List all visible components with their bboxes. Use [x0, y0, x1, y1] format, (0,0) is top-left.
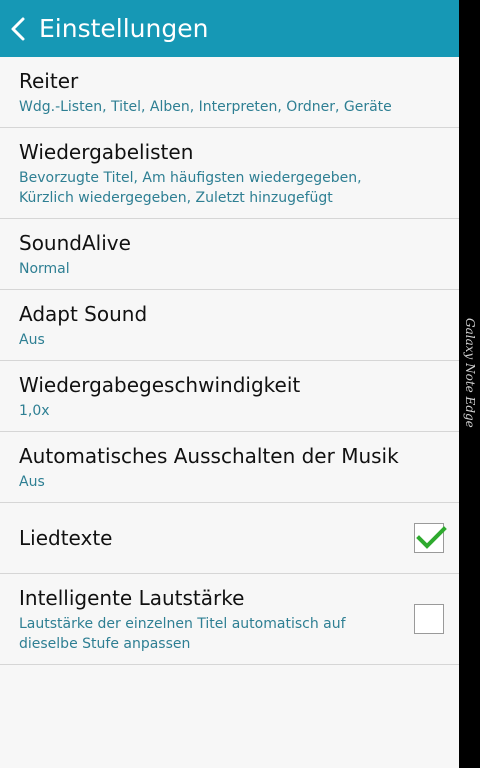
action-bar: Einstellungen — [0, 0, 459, 57]
setting-summary: Wdg.-Listen, Titel, Alben, Interpreten, … — [19, 99, 392, 115]
setting-music-auto-off[interactable]: Automatisches Ausschalten der Musik Aus — [0, 432, 459, 503]
checkmark-icon — [416, 526, 447, 549]
setting-summary: Aus — [19, 474, 45, 490]
setting-smart-volume[interactable]: Intelligente Lautstärke Lautstärke der e… — [0, 574, 459, 665]
setting-playback-speed[interactable]: Wiedergabegeschwindigkeit 1,0x — [0, 361, 459, 432]
setting-label: Reiter — [19, 69, 79, 93]
setting-label: Adapt Sound — [19, 302, 148, 326]
setting-summary: 1,0x — [19, 403, 50, 419]
smart-volume-checkbox[interactable] — [414, 604, 444, 634]
device-brand-label: Galaxy Note Edge — [463, 318, 477, 428]
setting-playlists[interactable]: Wiedergabelisten Bevorzugte Titel, Am hä… — [0, 128, 459, 219]
setting-label: Intelligente Lautstärke — [19, 586, 245, 610]
settings-list: Reiter Wdg.-Listen, Titel, Alben, Interp… — [0, 57, 459, 665]
setting-adapt-sound[interactable]: Adapt Sound Aus — [0, 290, 459, 361]
settings-screen: Einstellungen Reiter Wdg.-Listen, Titel,… — [0, 0, 459, 768]
setting-label: Wiedergabelisten — [19, 140, 194, 164]
setting-label: Liedtexte — [19, 526, 113, 550]
setting-label: Automatisches Ausschalten der Musik — [19, 444, 399, 468]
lyrics-checkbox[interactable] — [414, 523, 447, 553]
setting-lyrics[interactable]: Liedtexte — [0, 503, 459, 574]
setting-soundalive[interactable]: SoundAlive Normal — [0, 219, 459, 290]
edge-screen: Galaxy Note Edge — [459, 0, 480, 768]
setting-label: Wiedergabegeschwindigkeit — [19, 373, 301, 397]
setting-tabs[interactable]: Reiter Wdg.-Listen, Titel, Alben, Interp… — [0, 57, 459, 128]
chevron-left-icon[interactable] — [8, 16, 30, 42]
setting-summary: Lautstärke der einzelnen Titel automatis… — [19, 616, 346, 652]
page-title: Einstellungen — [39, 14, 209, 43]
setting-summary: Bevorzugte Titel, Am häufigsten wiederge… — [19, 170, 362, 206]
setting-summary: Aus — [19, 332, 45, 348]
setting-summary: Normal — [19, 261, 70, 277]
setting-label: SoundAlive — [19, 231, 131, 255]
